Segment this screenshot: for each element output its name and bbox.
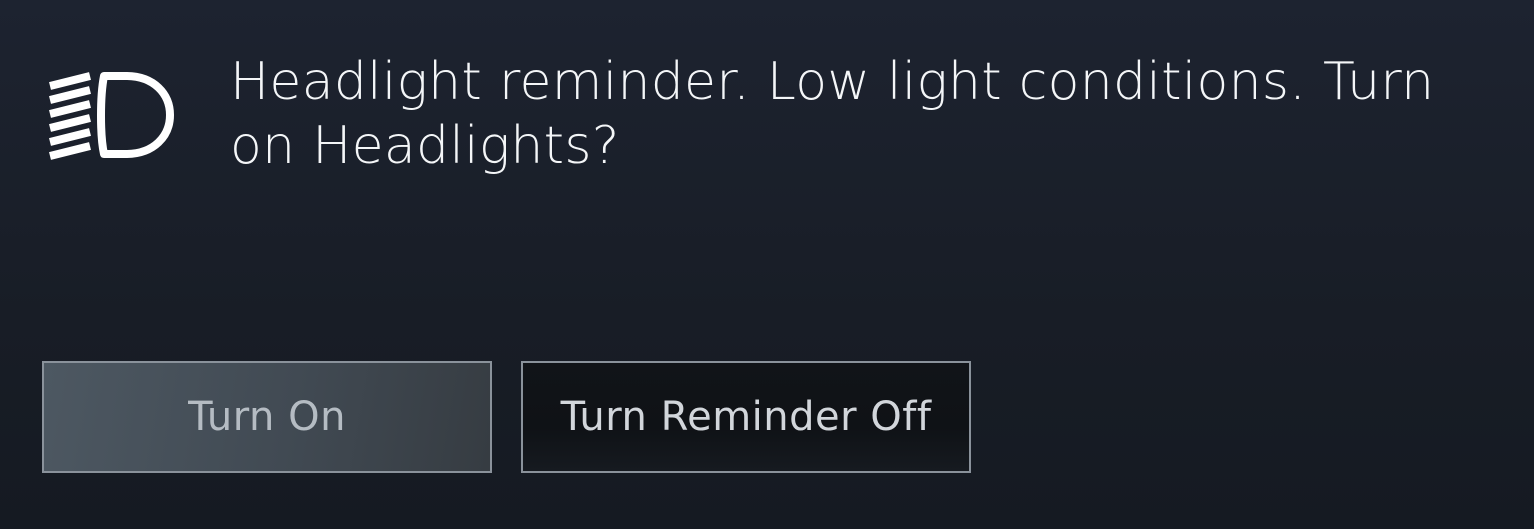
turn-reminder-off-button[interactable]: Turn Reminder Off [521,361,971,473]
headlight-icon [46,66,178,166]
notification-message: Headlight reminder. Low light conditions… [230,52,1435,176]
turn-on-button[interactable]: Turn On [42,361,492,473]
headlight-reminder-notification: Headlight reminder. Low light conditions… [0,0,1534,529]
